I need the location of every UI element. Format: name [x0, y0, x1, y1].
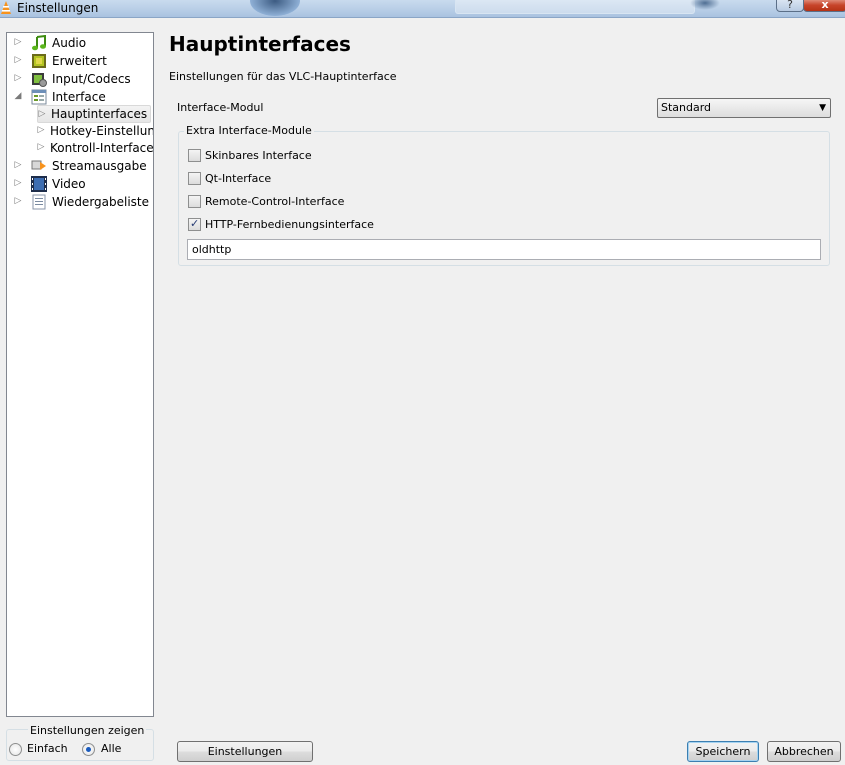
checkmark-icon: ✓ [190, 217, 200, 230]
window-list-icon [31, 89, 47, 105]
simple-radio-label[interactable]: Einfach [27, 742, 68, 756]
expand-arrow-icon[interactable]: ▷ [13, 36, 23, 48]
expand-arrow-icon[interactable]: ▷ [13, 159, 23, 171]
interface-module-select[interactable]: Standard ▼ [657, 98, 831, 118]
http-remote-interface-label[interactable]: HTTP-Fernbedienungsinterface [205, 218, 374, 232]
skinbares-interface-label[interactable]: Skinbares Interface [205, 149, 312, 163]
settings-category-tree[interactable]: ▷ Audio ▷ Erweitert ▷ Input/Codecs ◢ Int… [6, 32, 154, 717]
sidebar-item-label: Wiedergabeliste [52, 195, 150, 209]
save-button[interactable]: Speichern [687, 741, 759, 762]
expand-arrow-icon[interactable]: ▷ [13, 72, 23, 84]
chevron-down-icon: ▼ [819, 103, 826, 113]
music-note-icon [32, 35, 46, 51]
sidebar-item-audio[interactable]: ▷ Audio [7, 34, 153, 52]
all-radio[interactable] [82, 743, 95, 756]
remote-control-interface-label[interactable]: Remote-Control-Interface [205, 195, 344, 209]
skinbares-interface-checkbox[interactable] [188, 149, 201, 162]
collapse-arrow-icon[interactable]: ◢ [13, 90, 23, 102]
extra-modules-input-wrapper [187, 239, 821, 260]
title-bar: Einstellungen ? x [0, 0, 845, 18]
sidebar-item-input-codecs[interactable]: ▷ Input/Codecs [7, 70, 153, 88]
background-blur [455, 0, 695, 14]
sidebar-item-label: Audio [52, 36, 87, 50]
page-subtitle: Einstellungen für das VLC-Hauptinterface [169, 70, 397, 83]
extra-modules-input[interactable] [188, 240, 820, 259]
stream-output-icon [31, 160, 46, 170]
expand-arrow-icon[interactable]: ▷ [13, 195, 23, 207]
sidebar-item-interface[interactable]: ◢ Interface [7, 88, 153, 106]
extra-interface-modules-legend: Extra Interface-Module [184, 124, 314, 138]
sidebar-item-hotkey-einstellungen[interactable]: ▷ Hotkey-Einstellungen [36, 122, 154, 140]
sidebar-item-label: Kontroll-Interfaces [50, 141, 154, 155]
sidebar-item-label: Video [52, 177, 86, 191]
sidebar-item-streamausgabe[interactable]: ▷ Streamausgabe [7, 157, 153, 175]
sidebar-item-label: Hotkey-Einstellungen [50, 124, 154, 138]
http-remote-interface-checkbox[interactable]: ✓ [188, 217, 201, 231]
vlc-cone-icon [1, 1, 11, 14]
interface-module-value: Standard [661, 101, 712, 114]
chip-icon [32, 54, 46, 68]
page-title: Hauptinterfaces [169, 32, 351, 56]
input-codecs-icon [32, 73, 47, 87]
window-title: Einstellungen [17, 1, 99, 15]
close-button[interactable]: x [803, 0, 845, 12]
sidebar-item-label: Erweitert [52, 54, 107, 68]
qt-interface-checkbox[interactable] [188, 172, 201, 185]
sidebar-item-label: Streamausgabe [52, 159, 147, 173]
show-settings-legend: Einstellungen zeigen [28, 724, 147, 738]
expand-arrow-icon[interactable]: ▷ [13, 177, 23, 189]
sidebar-item-hauptinterfaces[interactable]: ▷ Hauptinterfaces [37, 105, 151, 123]
expand-arrow-icon[interactable]: ▷ [36, 141, 46, 153]
sidebar-item-video[interactable]: ▷ Video [7, 175, 153, 193]
all-radio-label[interactable]: Alle [101, 742, 121, 756]
cancel-button[interactable]: Abbrechen [767, 741, 841, 762]
sidebar-item-label: Hauptinterfaces [51, 107, 148, 121]
reset-settings-button[interactable]: Einstellungen zurücksetzen [177, 741, 313, 765]
sidebar-item-label: Input/Codecs [52, 72, 131, 86]
playlist-document-icon [32, 194, 46, 210]
remote-control-interface-checkbox[interactable] [188, 195, 201, 208]
help-button[interactable]: ? [776, 0, 804, 12]
film-strip-icon [31, 176, 47, 192]
sidebar-item-kontroll-interfaces[interactable]: ▷ Kontroll-Interfaces [36, 139, 154, 157]
simple-radio[interactable] [9, 743, 22, 756]
interface-module-label: Interface-Modul [177, 101, 264, 114]
background-blur [250, 0, 300, 16]
sidebar-item-erweitert[interactable]: ▷ Erweitert [7, 52, 153, 70]
sidebar-item-wiedergabeliste[interactable]: ▷ Wiedergabeliste [7, 193, 153, 211]
expand-arrow-icon[interactable]: ▷ [36, 124, 46, 136]
qt-interface-label[interactable]: Qt-Interface [205, 172, 271, 186]
expand-arrow-icon[interactable]: ▷ [13, 54, 23, 66]
expand-arrow-icon[interactable]: ▷ [37, 108, 47, 120]
sidebar-item-label: Interface [52, 90, 106, 104]
